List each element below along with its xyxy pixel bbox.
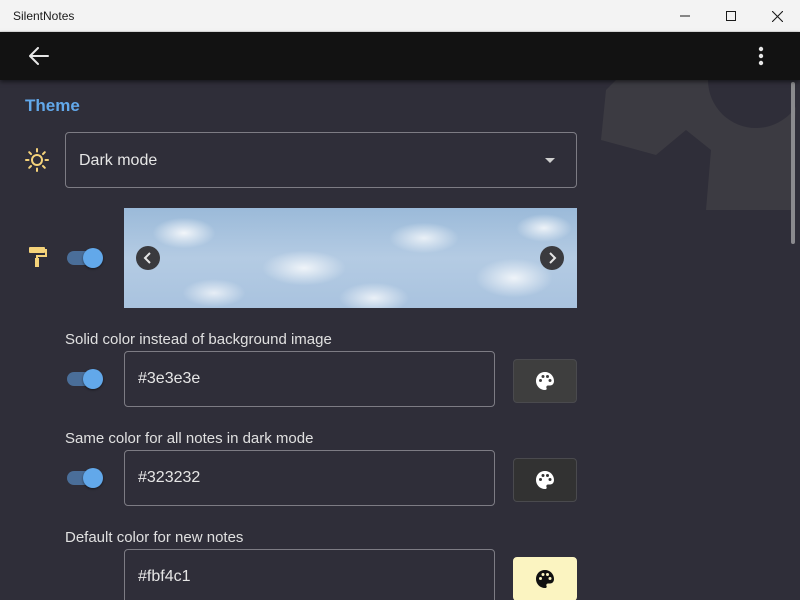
theme-mode-select[interactable]: Dark mode (65, 132, 577, 188)
default-note-color-picker-button[interactable] (513, 557, 577, 600)
gear-icon (601, 80, 800, 210)
chevron-left-icon (143, 252, 151, 264)
same-color-value: #323232 (138, 469, 201, 486)
minimize-icon (680, 15, 690, 17)
maximize-icon (726, 11, 736, 21)
dropdown-arrow-icon (545, 158, 555, 163)
solid-color-picker-button[interactable] (513, 359, 577, 403)
section-title-theme: Theme (25, 96, 80, 115)
carousel-next-button[interactable] (540, 246, 564, 270)
palette-icon (536, 372, 554, 390)
solid-color-value: #3e3e3e (138, 370, 201, 387)
default-note-color-label: Default color for new notes (65, 529, 244, 546)
same-color-label: Same color for all notes in dark mode (65, 430, 314, 447)
settings-content[interactable]: Theme Dark mode Solid color instead of b… (0, 80, 800, 600)
theme-mode-value: Dark mode (79, 152, 158, 169)
sun-icon (25, 148, 49, 172)
vertical-scrollbar[interactable] (791, 82, 795, 244)
more-menu-button[interactable] (748, 44, 774, 68)
palette-icon (536, 471, 554, 489)
paint-roller-icon (25, 244, 49, 268)
solid-color-label: Solid color instead of background image (65, 331, 332, 348)
chevron-right-icon (549, 252, 557, 264)
window-titlebar: SilentNotes (0, 0, 800, 32)
close-icon (771, 10, 783, 22)
same-color-picker-button[interactable] (513, 458, 577, 502)
app-bar (0, 32, 800, 80)
same-color-toggle[interactable] (65, 467, 105, 489)
default-note-color-value: #fbf4c1 (138, 568, 191, 585)
default-note-color-input[interactable]: #fbf4c1 (124, 549, 495, 600)
solid-color-input[interactable]: #3e3e3e (124, 351, 495, 407)
more-vertical-icon (758, 46, 764, 66)
solid-color-toggle[interactable] (65, 368, 105, 390)
arrow-left-icon (29, 47, 49, 65)
background-image-toggle[interactable] (65, 247, 105, 269)
same-color-input[interactable]: #323232 (124, 450, 495, 506)
window-title: SilentNotes (13, 9, 75, 23)
back-button[interactable] (24, 44, 54, 68)
minimize-button[interactable] (662, 0, 708, 32)
background-image-carousel[interactable] (124, 208, 577, 308)
carousel-prev-button[interactable] (136, 246, 160, 270)
maximize-button[interactable] (708, 0, 754, 32)
close-button[interactable] (754, 0, 800, 32)
palette-icon (536, 570, 554, 588)
